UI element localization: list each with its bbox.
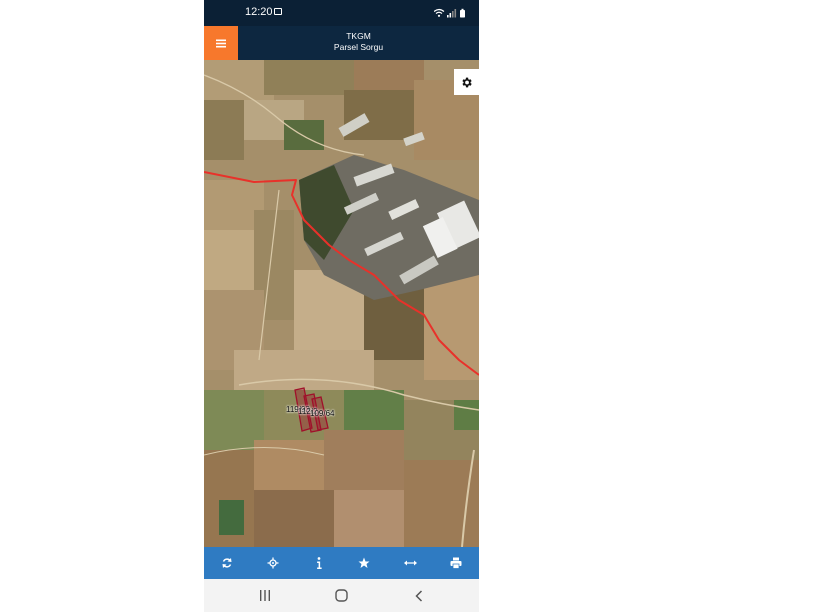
recent-apps-button[interactable]	[255, 587, 275, 604]
back-icon	[415, 589, 423, 602]
refresh-button[interactable]	[204, 547, 250, 579]
system-nav-bar	[204, 579, 479, 612]
crosshair-icon	[267, 557, 279, 569]
hamburger-menu-icon	[216, 39, 226, 47]
map-toolbar	[204, 547, 479, 579]
app-title-block: TKGM Parsel Sorgu	[238, 31, 479, 53]
info-button[interactable]	[296, 547, 342, 579]
satellite-map[interactable]: 119/93 112/2 109/64	[204, 60, 479, 547]
status-bar: 12:20	[204, 0, 479, 26]
parcel-label[interactable]: 109/64	[310, 409, 334, 418]
map-imagery[interactable]	[204, 60, 479, 547]
recent-apps-icon	[260, 590, 270, 601]
system-status-icons	[434, 8, 465, 18]
battery-icon	[460, 8, 465, 18]
gear-icon	[462, 77, 472, 87]
app-bar: TKGM Parsel Sorgu	[204, 26, 479, 60]
phone-screen: 12:20 TKGM Parsel Sorgu 119/93 112/2 109…	[204, 0, 479, 612]
star-icon	[358, 557, 370, 568]
home-button[interactable]	[331, 587, 351, 604]
locate-button[interactable]	[250, 547, 296, 579]
info-icon	[316, 557, 322, 569]
refresh-icon	[222, 558, 232, 568]
favorites-button[interactable]	[341, 547, 387, 579]
print-icon	[450, 557, 462, 569]
map-settings-button[interactable]	[454, 69, 479, 95]
app-title: TKGM	[346, 31, 371, 41]
signal-icon	[447, 9, 457, 18]
back-button[interactable]	[409, 587, 429, 604]
print-button[interactable]	[433, 547, 479, 579]
measure-arrows-icon	[403, 560, 417, 566]
app-subtitle: Parsel Sorgu	[333, 42, 384, 52]
home-icon	[334, 589, 348, 602]
image-notification-icon	[274, 8, 282, 15]
menu-button[interactable]	[204, 26, 238, 60]
measure-button[interactable]	[387, 547, 433, 579]
status-time: 12:20	[245, 6, 273, 18]
wifi-icon	[434, 8, 445, 17]
